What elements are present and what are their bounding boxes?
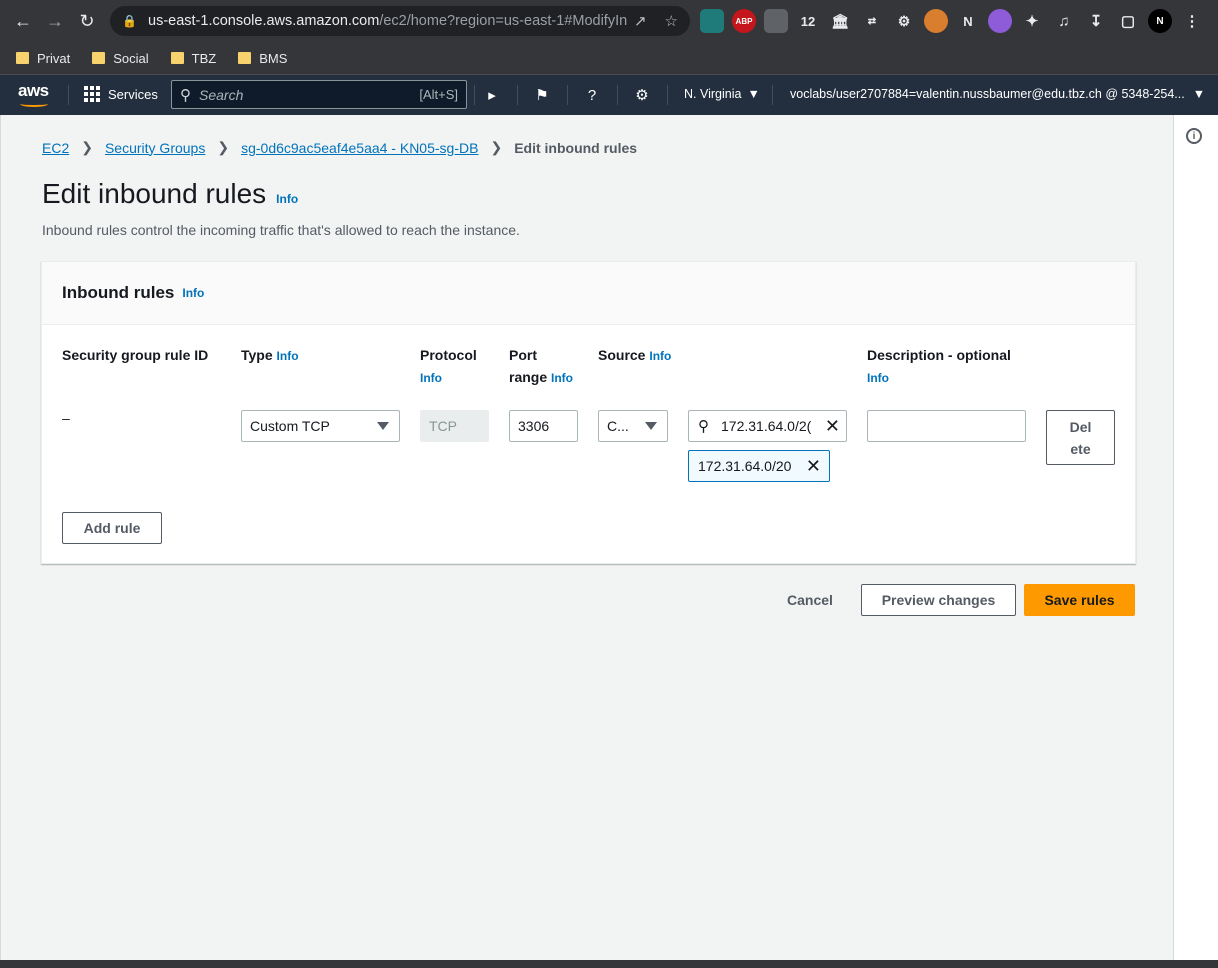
forward-arrow-icon[interactable]: → [40,6,70,36]
services-menu[interactable]: Services [84,86,158,102]
bookmarks-bar: Privat Social TBZ BMS [0,42,1218,75]
search-icon: ⚲ [180,86,191,104]
column-header-port-range: Port range Info [509,347,574,385]
folder-icon [92,52,106,64]
column-header-protocol: Protocol Info [420,347,477,385]
save-rules-button[interactable]: Save rules [1024,584,1135,616]
main-content: EC2 ❯ Security Groups ❯ sg-0d6c9ac5eaf4e… [0,115,1173,960]
search-input[interactable]: ⚲ Search [Alt+S] [171,80,467,109]
region-selector[interactable]: N. Virginia ▼ [684,87,760,101]
column-header-source: Source Info [598,347,672,363]
settings-gear-icon[interactable]: ⚙ [631,84,653,106]
port-range-input[interactable]: 3306 [509,410,578,442]
bookmark-tbz[interactable]: TBZ [170,51,216,66]
bookmark-privat[interactable]: Privat [16,51,70,66]
breadcrumb: EC2 ❯ Security Groups ❯ sg-0d6c9ac5eaf4e… [42,139,637,156]
menu-dots-icon[interactable]: ⋮ [1180,9,1204,33]
description-input[interactable] [867,410,1026,442]
twelve-icon[interactable]: 12 [796,9,820,33]
owl-icon[interactable] [924,9,948,33]
translate-icon[interactable]: ⇄ [860,9,884,33]
rule-id-value: – [62,410,70,426]
chevron-right-icon: ❯ [490,139,503,155]
brain-icon[interactable] [988,9,1012,33]
page-description: Inbound rules control the incoming traff… [42,222,520,238]
info-link[interactable]: Info [182,286,204,300]
column-header-description: Description - optional Info [867,347,1011,385]
info-link[interactable]: Info [276,192,298,206]
aws-top-nav: aws Services ⚲ Search [Alt+S] ▸ ⚑ ? ⚙ N.… [0,75,1218,115]
share-icon[interactable]: ↗ [634,12,647,30]
caret-down-icon: ▼ [1192,87,1206,101]
puzzle-icon[interactable]: ✦ [1020,9,1044,33]
column-header-rule-id: Security group rule ID [62,347,209,363]
bookmark-social[interactable]: Social [92,51,149,66]
reload-icon[interactable]: ↻ [72,6,102,36]
page-title: Edit inbound rules Info [42,178,299,209]
gear-extension-icon[interactable]: ⚙ [892,9,916,33]
breadcrumb-current: Edit inbound rules [514,139,638,156]
profile-avatar[interactable]: N [1148,9,1172,33]
cancel-button[interactable]: Cancel [787,592,833,608]
panel-header: Inbound rules Info [42,262,1135,325]
chevron-right-icon: ❯ [81,139,93,155]
back-arrow-icon[interactable]: ← [8,6,38,36]
source-search-input[interactable]: ⚲ 172.31.64.0/2( ✕ [688,410,847,442]
add-rule-button[interactable]: Add rule [62,512,162,544]
help-panel-rail: i [1173,115,1218,960]
type-select[interactable]: Custom TCP [241,410,400,442]
shield-icon[interactable] [764,9,788,33]
lock-icon: 🔒 [122,14,137,28]
close-icon[interactable]: ✕ [806,457,821,475]
folder-icon [238,52,252,64]
inbound-rules-panel: Inbound rules Info Security group rule I… [41,261,1136,564]
extension-icon[interactable] [700,9,724,33]
media-icon[interactable]: ♫ [1052,9,1076,33]
breadcrumb-security-group[interactable]: sg-0d6c9ac5eaf4e5aa4 - KN05-sg-DB [241,140,478,156]
preview-changes-button[interactable]: Preview changes [861,584,1016,616]
sidepanel-icon[interactable]: ▢ [1116,9,1140,33]
cloudshell-icon[interactable]: ▸ [481,84,503,106]
chevron-right-icon: ❯ [217,139,230,155]
breadcrumb-security-groups[interactable]: Security Groups [105,140,205,156]
info-icon[interactable]: i [1186,128,1202,144]
address-bar[interactable]: 🔒 us-east-1.console.aws.amazon.com/ec2/h… [110,6,690,36]
search-icon: ⚲ [698,418,709,435]
protocol-field: TCP [420,410,489,442]
caret-down-icon: ▼ [747,87,760,101]
notifications-bell-icon[interactable]: ⚑ [531,84,553,106]
source-type-select[interactable]: C... [598,410,668,442]
source-token: 172.31.64.0/20 ✕ [688,450,830,482]
caret-down-icon [377,422,389,430]
extensions-bar: ABP 12 🏛 ⇄ ⚙ N ✦ ♫ ↧ ▢ N ⋮ [700,9,1204,33]
browser-toolbar: ← → ↻ 🔒 us-east-1.console.aws.amazon.com… [0,0,1218,42]
aws-logo[interactable]: aws [18,81,49,107]
download-icon[interactable]: ↧ [1084,9,1108,33]
folder-icon [16,52,29,64]
close-icon[interactable]: ✕ [825,417,840,435]
caret-down-icon [645,422,657,430]
account-menu[interactable]: voclabs/user2707884=valentin.nussbaumer@… [790,87,1205,101]
n-extension-icon[interactable]: N [956,9,980,33]
bookmark-bms[interactable]: BMS [238,51,287,66]
adblock-icon[interactable]: ABP [732,9,756,33]
url-text: us-east-1.console.aws.amazon.com/ec2/hom… [148,13,628,29]
grid-icon [84,86,100,102]
column-header-type: Type Info [241,347,299,363]
building-icon[interactable]: 🏛 [828,9,852,33]
help-icon[interactable]: ? [581,84,603,106]
delete-rule-button[interactable]: Del ete [1046,410,1115,465]
folder-icon [170,52,184,64]
breadcrumb-ec2[interactable]: EC2 [42,140,69,156]
star-icon[interactable]: ☆ [665,12,678,30]
bottom-bar [0,960,1218,968]
